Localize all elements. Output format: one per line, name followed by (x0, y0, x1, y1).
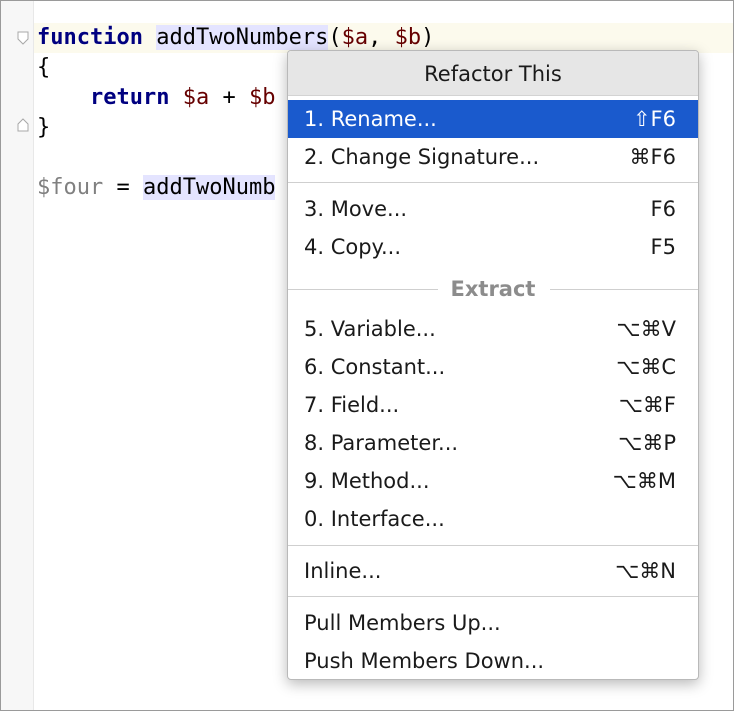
menu-item-move[interactable]: 3. Move... F6 (288, 190, 698, 228)
code-line-4: } (37, 115, 51, 140)
menu-item-extract-variable[interactable]: 5. Variable... ⌥⌘V (288, 310, 698, 348)
var-four[interactable]: $four (37, 175, 103, 200)
menu-item-label: Push Members Down... (304, 649, 545, 673)
menu-item-copy[interactable]: 4. Copy... F5 (288, 228, 698, 266)
menu-item-extract-parameter[interactable]: 8. Parameter... ⌥⌘P (288, 424, 698, 462)
menu-item-push-members-down[interactable]: Push Members Down... (288, 642, 698, 679)
menu-item-label: 8. Parameter... (304, 431, 459, 455)
param-b[interactable]: $b (395, 25, 422, 50)
menu-separator (288, 182, 698, 183)
editor-window: function addTwoNumbers($a, $b) { return … (0, 0, 734, 711)
menu-item-pull-members-up[interactable]: Pull Members Up... (288, 604, 698, 642)
code-operator: + (209, 85, 249, 110)
menu-item-shortcut: ⌥⌘M (612, 469, 676, 493)
menu-item-label: Pull Members Up... (304, 611, 501, 635)
code-paren: ( (328, 25, 342, 50)
menu-item-shortcut: ⌥⌘V (616, 317, 676, 341)
gutter-divider (33, 1, 34, 710)
menu-item-label: 9. Method... (304, 469, 430, 493)
code-paren: ) (421, 25, 435, 50)
menu-item-change-signature[interactable]: 2. Change Signature... ⌘F6 (288, 138, 698, 176)
code-line-2: { (37, 55, 51, 80)
menu-item-shortcut: ⌥⌘N (615, 559, 676, 583)
code-line-1: function addTwoNumbers($a, $b) (37, 23, 434, 53)
code-line-6: $four = addTwoNumb (37, 173, 276, 203)
menu-item-label: 3. Move... (304, 197, 408, 221)
code-comma: , (368, 25, 395, 50)
menu-item-shortcut: ⌘F6 (629, 145, 676, 169)
var-b[interactable]: $b (249, 85, 276, 110)
menu-item-shortcut: F5 (650, 235, 676, 259)
menu-item-extract-interface[interactable]: 0. Interface... (288, 500, 698, 538)
var-a[interactable]: $a (183, 85, 210, 110)
section-header-extract: Extract (288, 274, 698, 304)
menu-item-label: 1. Rename... (304, 107, 437, 131)
menu-item-inline[interactable]: Inline... ⌥⌘N (288, 552, 698, 590)
editor-gutter (1, 1, 33, 710)
fold-end-icon[interactable] (17, 118, 29, 132)
menu-item-shortcut: ⇧F6 (632, 107, 676, 131)
menu-item-extract-field[interactable]: 7. Field... ⌥⌘F (288, 386, 698, 424)
function-name[interactable]: addTwoNumbers (156, 25, 329, 50)
menu-item-rename[interactable]: 1. Rename... ⇧F6 (288, 100, 698, 138)
menu-item-extract-method[interactable]: 9. Method... ⌥⌘M (288, 462, 698, 500)
menu-item-label: 0. Interface... (304, 507, 445, 531)
menu-item-shortcut: F6 (650, 197, 676, 221)
param-a[interactable]: $a (342, 25, 369, 50)
menu-item-shortcut: ⌥⌘F (618, 393, 676, 417)
menu-separator (288, 596, 698, 597)
menu-item-label: 2. Change Signature... (304, 145, 540, 169)
code-line-3: return $a + $b (37, 83, 275, 113)
menu-item-label: Inline... (304, 559, 382, 583)
menu-item-label: 7. Field... (304, 393, 400, 417)
refactor-this-popup: Refactor This 1. Rename... ⇧F6 2. Change… (287, 50, 699, 680)
menu-item-label: 6. Constant... (304, 355, 446, 379)
menu-item-shortcut: ⌥⌘P (618, 431, 676, 455)
popup-title: Refactor This (288, 51, 698, 96)
menu-item-shortcut: ⌥⌘C (616, 355, 676, 379)
section-title: Extract (450, 277, 536, 301)
code-operator: = (103, 175, 143, 200)
keyword-return: return (89, 85, 170, 110)
function-call[interactable]: addTwoNumb (142, 175, 276, 200)
keyword-function: function (37, 25, 143, 50)
menu-item-label: 5. Variable... (304, 317, 436, 341)
fold-start-icon[interactable] (17, 31, 29, 45)
menu-separator (288, 545, 698, 546)
menu-item-extract-constant[interactable]: 6. Constant... ⌥⌘C (288, 348, 698, 386)
menu-item-label: 4. Copy... (304, 235, 402, 259)
